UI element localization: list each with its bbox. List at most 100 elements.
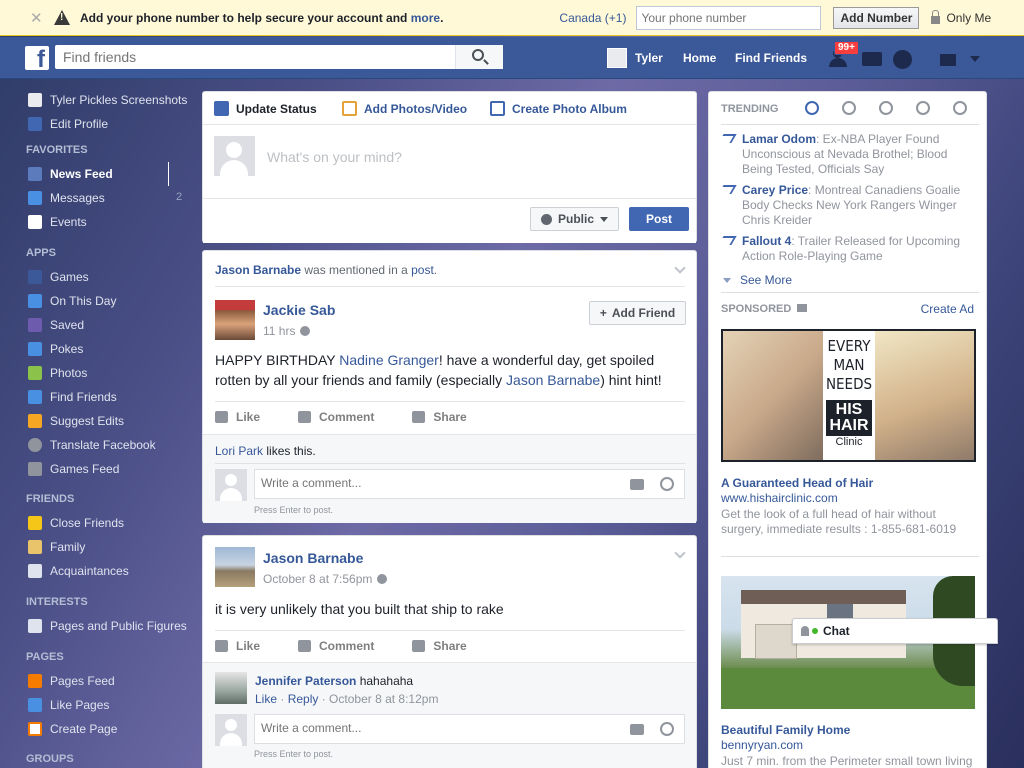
country-selector[interactable]: Canada (+1): [559, 11, 626, 25]
sidebar-item-photos[interactable]: Photos: [28, 365, 87, 381]
avatar[interactable]: [215, 672, 247, 704]
divider: [215, 286, 685, 287]
controller-icon: [28, 462, 42, 476]
sidebar-item-like-pages[interactable]: Like Pages: [28, 697, 109, 713]
post-button[interactable]: Post: [629, 207, 689, 231]
messages-icon[interactable]: [862, 52, 882, 66]
ad-image-hair-clinic[interactable]: EVERY MAN NEEDS HIS HAIR Clinic: [721, 329, 976, 462]
sidebar-edit-profile[interactable]: Edit Profile: [28, 116, 108, 132]
divider: [215, 401, 685, 402]
search-box: [55, 45, 503, 69]
sidebar-item-saved[interactable]: Saved: [28, 317, 84, 333]
privacy-selector[interactable]: Only Me: [946, 11, 991, 25]
trending-category-tabs: [805, 101, 990, 115]
sidebar-item-messages[interactable]: Messages: [28, 190, 105, 206]
chevron-down-icon[interactable]: [674, 262, 686, 274]
search-input[interactable]: [55, 46, 455, 68]
phone-input[interactable]: [636, 5, 822, 30]
notification-badge: 99+: [834, 41, 859, 55]
comment-field[interactable]: [254, 469, 685, 499]
see-more-link[interactable]: See More: [723, 273, 792, 287]
avatar: [28, 93, 42, 107]
pencil-icon: [28, 117, 42, 131]
sidebar-item-pages-feed[interactable]: Pages Feed: [28, 673, 115, 689]
sidebar-item-create-page[interactable]: Create Page: [28, 721, 117, 737]
sidebar-item-acquaintances[interactable]: Acquaintances: [28, 563, 129, 579]
like-button[interactable]: Like: [215, 635, 260, 657]
search-button[interactable]: [455, 45, 503, 69]
add-number-button[interactable]: Add Number: [833, 6, 920, 29]
audience-selector[interactable]: Public: [530, 207, 619, 231]
sidebar-item-translate[interactable]: Translate Facebook: [28, 437, 156, 453]
emoji-icon[interactable]: [660, 477, 674, 491]
science-icon[interactable]: [879, 101, 893, 115]
sidebar-item-pages-public-figures[interactable]: Pages and Public Figures: [28, 618, 187, 634]
flag-icon: [28, 674, 42, 688]
comment-button[interactable]: Comment: [298, 635, 374, 657]
groups-header: GROUPS: [26, 753, 74, 765]
camera-icon[interactable]: [630, 479, 644, 490]
tab-update-status[interactable]: Update Status: [214, 101, 317, 116]
create-ad-link[interactable]: Create Ad: [921, 302, 974, 316]
avatar[interactable]: [215, 300, 255, 340]
ad-title[interactable]: Beautiful Family Home: [721, 723, 850, 737]
sidebar-item-find-friends[interactable]: Find Friends: [28, 389, 117, 405]
comments-section: Jennifer Paterson hahahaha Like · Reply …: [203, 662, 696, 768]
avatar: [215, 714, 247, 746]
sidebar-item-pokes[interactable]: Pokes: [28, 341, 83, 357]
comment-field[interactable]: [254, 714, 685, 744]
notifications-globe-icon[interactable]: [893, 50, 912, 69]
sports-icon[interactable]: [916, 101, 930, 115]
find-friends-link[interactable]: Find Friends: [735, 51, 807, 65]
tab-add-photos[interactable]: Add Photos/Video: [342, 101, 467, 116]
like-button[interactable]: Like: [215, 406, 260, 428]
ad-title[interactable]: A Guaranteed Head of Hair: [721, 476, 873, 490]
tab-create-album[interactable]: Create Photo Album: [490, 101, 627, 116]
close-icon[interactable]: ✕: [30, 9, 44, 27]
calendar-icon: [28, 215, 42, 229]
sidebar-item-family[interactable]: Family: [28, 539, 85, 555]
post-author[interactable]: Jackie Sab: [263, 302, 335, 318]
chevron-down-icon[interactable]: [674, 547, 686, 559]
facebook-logo[interactable]: f: [25, 46, 49, 70]
trending-top-icon[interactable]: [805, 101, 819, 115]
friends-header: FRIENDS: [26, 493, 75, 505]
ad-url[interactable]: bennyryan.com: [721, 738, 803, 752]
privacy-shortcuts-icon[interactable]: [940, 54, 956, 66]
sidebar-item-games[interactable]: Games: [28, 269, 89, 285]
entertainment-icon[interactable]: [953, 101, 967, 115]
share-button[interactable]: Share: [412, 406, 467, 428]
add-friend-button[interactable]: + Add Friend: [589, 301, 686, 325]
sidebar-item-games-feed[interactable]: Games Feed: [28, 461, 119, 477]
news-feed-icon: [28, 167, 42, 181]
pencil-icon: [214, 101, 229, 116]
politics-icon[interactable]: [842, 101, 856, 115]
thumbs-up-icon: [215, 411, 228, 423]
sidebar-item-close-friends[interactable]: Close Friends: [28, 515, 124, 531]
avatar[interactable]: [215, 547, 255, 587]
divider: [215, 463, 685, 464]
status-input[interactable]: What's on your mind?: [267, 149, 402, 165]
comment-input[interactable]: [261, 721, 611, 735]
sidebar-profile[interactable]: Tyler Pickles Screenshots: [28, 92, 187, 108]
account-menu-icon[interactable]: [970, 56, 980, 62]
camera-icon[interactable]: [630, 724, 644, 735]
ad-url[interactable]: www.hishairclinic.com: [721, 491, 838, 505]
comment-input[interactable]: [261, 476, 611, 490]
comment-icon: [298, 640, 312, 652]
share-button[interactable]: Share: [412, 635, 467, 657]
chat-tab[interactable]: Chat: [792, 618, 998, 644]
sidebar-item-suggest-edits[interactable]: Suggest Edits: [28, 413, 124, 429]
sidebar-item-news-feed[interactable]: News Feed: [28, 166, 113, 182]
comment-button[interactable]: Comment: [298, 406, 374, 428]
sidebar-item-on-this-day[interactable]: On This Day: [28, 293, 116, 309]
profile-link[interactable]: Tyler: [607, 48, 663, 68]
feed-post: Jason Barnabe was mentioned in a post. J…: [202, 250, 697, 523]
more-link[interactable]: more: [411, 11, 440, 25]
emoji-icon[interactable]: [660, 722, 674, 736]
home-link[interactable]: Home: [683, 51, 716, 65]
sidebar-item-events[interactable]: Events: [28, 214, 87, 230]
globe-icon: [28, 438, 42, 452]
post-author[interactable]: Jason Barnabe: [263, 550, 363, 566]
comment-meta: Like · Reply · October 8 at 8:12pm: [255, 692, 439, 706]
